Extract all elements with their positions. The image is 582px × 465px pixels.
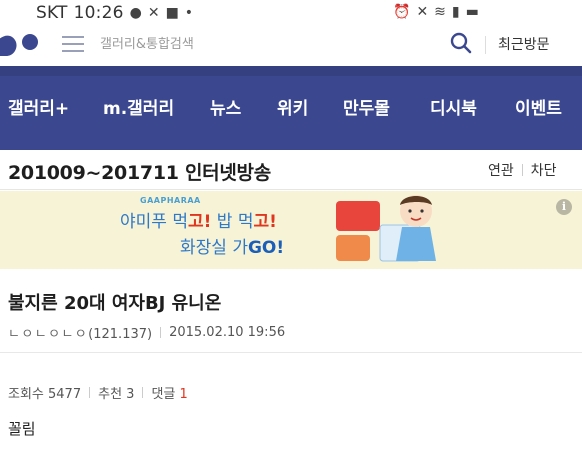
search-icon[interactable]	[448, 30, 474, 56]
message-icon: ■	[165, 5, 179, 21]
clock: 10:26	[73, 3, 124, 23]
search-header: 최근방문	[0, 26, 582, 66]
dc-logo[interactable]	[0, 28, 50, 60]
mute-icon: ✕	[416, 4, 429, 20]
meta-divider	[160, 327, 162, 338]
comments-label: 댓글	[151, 387, 176, 402]
header-divider	[485, 36, 486, 54]
menu-icon[interactable]	[62, 36, 84, 52]
author-nick: ㄴㅇㄴㅇㄴㅇ	[8, 327, 89, 342]
recent-visits-button[interactable]: 최근방문	[498, 34, 550, 54]
nav-item-gallery-plus[interactable]: 갤러리+	[8, 94, 69, 119]
view-count: 조회수 5477	[8, 387, 82, 402]
gallery-title-row: 201009~201711 인터넷방송 연관 차단	[0, 150, 582, 190]
battery-icon: ▬	[465, 4, 479, 20]
action-divider	[521, 164, 523, 176]
post-meta: ㄴㅇㄴㅇㄴㅇ(121.137) 2015.02.10 19:56	[8, 323, 285, 342]
post-header: 불지른 20대 여자BJ 유니온 ㄴㅇㄴㅇㄴㅇ(121.137) 2015.02…	[0, 269, 582, 353]
nav-item-dc-book[interactable]: 디시북	[430, 94, 477, 119]
nav-item-wiki[interactable]: 위키	[277, 94, 308, 119]
author-ip: (121.137)	[88, 327, 153, 342]
signal-icon: ▮	[451, 4, 460, 20]
notification-icon: ●	[129, 5, 142, 21]
nav-item-news[interactable]: 뉴스	[210, 94, 241, 119]
comments-link[interactable]: 댓글 1	[151, 383, 187, 402]
nav-items: 갤러리+ m.갤러리 뉴스 위키 만두몰 디시북 이벤트	[0, 86, 582, 122]
ad-product-illustration	[336, 195, 436, 262]
main-nav: 갤러리+ m.갤러리 뉴스 위키 만두몰 디시북 이벤트	[0, 66, 582, 150]
post-stats: 조회수 5477 추천 3 댓글 1	[8, 383, 188, 402]
nav-item-event[interactable]: 이벤트	[515, 94, 562, 119]
stats-divider	[89, 387, 91, 398]
post-body: 꼴림	[8, 420, 36, 438]
post-date: 2015.02.10 19:56	[169, 325, 286, 340]
ad-info-icon[interactable]: i	[556, 199, 572, 215]
post-title: 불지른 20대 여자BJ 유니온	[8, 293, 222, 314]
more-notifications-icon: •	[184, 5, 194, 21]
recommend-count: 추천 3	[98, 387, 135, 402]
author[interactable]: ㄴㅇㄴㅇㄴㅇ(121.137)	[8, 323, 152, 342]
block-button[interactable]: 차단	[531, 160, 557, 180]
nav-item-mandu-mall[interactable]: 만두몰	[343, 94, 390, 119]
search-input[interactable]	[100, 30, 430, 58]
app-notification-icon: ✕	[147, 5, 160, 21]
ad-headline-1: 야미푸 먹고! 밥 먹고!	[120, 212, 277, 232]
comments-count: 1	[179, 387, 188, 402]
ad-brand: GAAPHARAA	[140, 196, 201, 205]
ad-headline-2: 화장실 가GO!	[180, 238, 285, 258]
gallery-actions: 연관 차단	[488, 160, 557, 180]
related-button[interactable]: 연관	[488, 160, 514, 180]
status-bar: SKT 10:26 ● ✕ ■ • ⏰ ✕ ≋ ▮ ▬	[0, 0, 582, 26]
alarm-icon: ⏰	[393, 4, 411, 20]
ad-banner[interactable]: GAAPHARAA 야미푸 먹고! 밥 먹고! 화장실 가GO! i	[0, 191, 582, 269]
carrier-label: SKT	[36, 3, 68, 23]
stats-divider	[142, 387, 144, 398]
wifi-icon: ≋	[434, 4, 446, 20]
status-bar-left: SKT 10:26 ● ✕ ■ •	[36, 3, 193, 23]
nav-item-m-gallery[interactable]: m.갤러리	[103, 94, 174, 119]
nav-top-stripe	[0, 66, 582, 76]
gallery-title[interactable]: 201009~201711 인터넷방송	[8, 158, 271, 185]
status-bar-right: ⏰ ✕ ≋ ▮ ▬	[393, 4, 479, 20]
